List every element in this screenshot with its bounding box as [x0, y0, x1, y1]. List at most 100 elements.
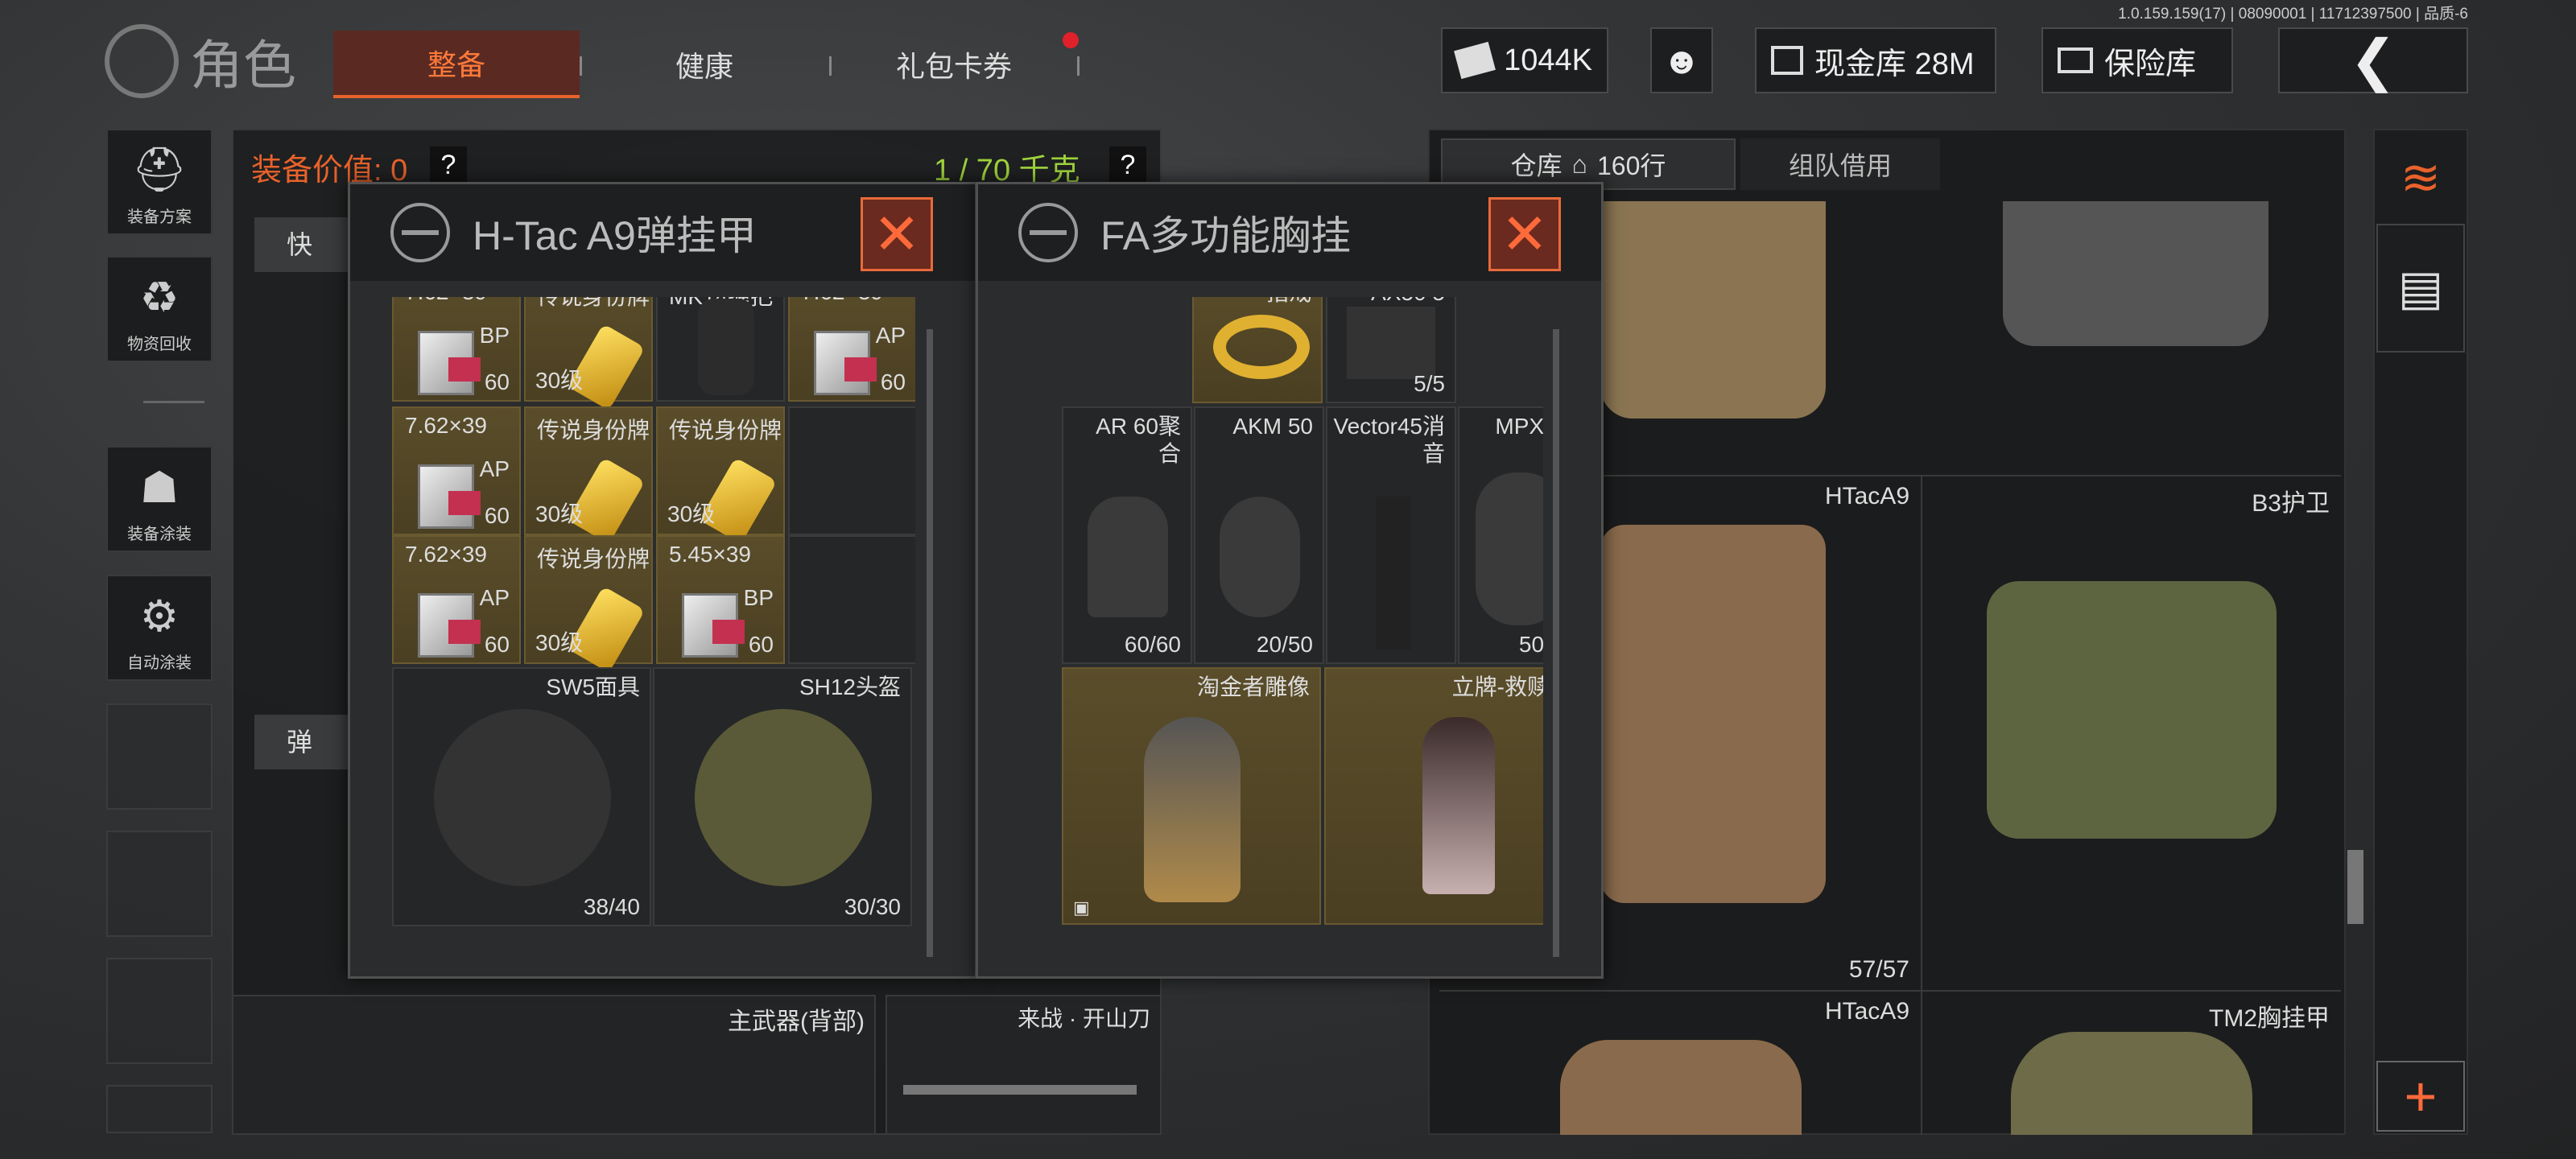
warehouse-item[interactable]: B3护卫: [1922, 475, 2341, 990]
inventory-item[interactable]: 7.62×39 BP 60: [392, 297, 521, 402]
armor-icon: [1600, 201, 1826, 419]
item-name: 传说身份牌: [537, 418, 650, 443]
item-count: 60: [880, 369, 906, 394]
inventory-item[interactable]: 传说身份牌 30级: [524, 297, 653, 410]
vault-icon: [1771, 46, 1803, 75]
cash-vault-button[interactable]: 现金库 28M: [1755, 27, 1996, 93]
back-button[interactable]: ❮: [2278, 27, 2468, 93]
scrollbar[interactable]: [927, 329, 933, 957]
ammo-tag: BP: [479, 323, 510, 348]
inventory-item[interactable]: 传说身份牌 30级: [524, 535, 653, 673]
tab-team-borrow[interactable]: 组队借用: [1740, 138, 1940, 190]
add-icon[interactable]: +: [2376, 1061, 2465, 1132]
inventory-item[interactable]: 7.62×39 AP 60: [392, 406, 521, 535]
sort-icon[interactable]: ≋: [2376, 134, 2465, 222]
scrollbar[interactable]: [1553, 329, 1559, 957]
warehouse-scrollbar[interactable]: [2347, 850, 2363, 924]
item-name: SW5面具: [546, 674, 640, 699]
backpack-icon: [1987, 581, 2277, 839]
loadout-plan-button[interactable]: ⛑ 装备方案: [106, 129, 213, 235]
magazine-item[interactable]: Vector45消音: [1326, 406, 1456, 664]
chevron-left-icon: ❮: [2349, 29, 2397, 92]
magazine-item[interactable]: MPX 50 50/50: [1458, 406, 1543, 664]
helmet-icon: ⛑: [131, 146, 188, 194]
magazine-icon: [1347, 307, 1435, 379]
globe-icon: [390, 203, 450, 262]
ammo-tag: AP: [479, 456, 510, 481]
figure-item[interactable]: 立牌-救赎者: [1324, 667, 1543, 925]
item-level: 30级: [667, 501, 716, 526]
notification-dot: [1063, 32, 1079, 48]
main-weapon-slot[interactable]: 主武器(背部): [232, 995, 876, 1135]
empty-slot[interactable]: [788, 535, 915, 664]
warehouse-item[interactable]: TM2胸挂甲: [1922, 990, 2341, 1135]
ring-item[interactable]: 指戒: [1192, 297, 1323, 403]
stick-mag-icon: [1376, 497, 1411, 650]
gold-miner-statue-icon: [1144, 717, 1241, 902]
warehouse-item[interactable]: [1922, 201, 2341, 475]
item-name: 7.62×39: [405, 542, 487, 567]
inventory-item[interactable]: MK14握把: [656, 297, 785, 402]
quick-button[interactable]: 快: [254, 217, 351, 272]
money-display[interactable]: 1044K: [1441, 27, 1608, 93]
armor-icon: [1560, 1040, 1802, 1135]
tab-health[interactable]: 健康: [612, 31, 797, 98]
empty-slot[interactable]: [788, 406, 915, 535]
ammo-box-icon: [682, 593, 745, 658]
item-count: 60: [748, 632, 774, 657]
helmet-icon: [695, 709, 872, 886]
globe-icon: [1018, 203, 1078, 262]
item-count: 60: [484, 503, 510, 528]
trader-icon: ☻: [1662, 39, 1702, 81]
item-name: 传说身份牌: [669, 418, 782, 443]
empty-slot[interactable]: [106, 831, 213, 937]
magazine-item[interactable]: AR 60聚合 60/60: [1062, 406, 1192, 664]
home-icon: ⌂: [1571, 149, 1587, 179]
rig-icon: [2003, 201, 2268, 346]
container-window-chest-rig: FA多功能胸挂 ✕ 指戒 AX50 5 5/5 AR 60聚合 60/60 AK…: [976, 182, 1604, 979]
close-icon[interactable]: ✕: [1488, 197, 1561, 271]
drum-mag-icon: [1088, 497, 1168, 617]
empty-slot[interactable]: [106, 1085, 213, 1133]
melee-slot[interactable]: 来战 · 开山刀: [886, 995, 1162, 1135]
divider: [580, 56, 582, 76]
stack-icon[interactable]: ▤: [2376, 224, 2465, 353]
equip-paint-button[interactable]: ☗ 装备涂装: [106, 446, 213, 552]
divider: [1077, 56, 1080, 76]
inventory-item[interactable]: 传说身份牌 30级: [524, 406, 653, 544]
inventory-item[interactable]: 7.62×39 AP 60: [392, 535, 521, 664]
ammo-button[interactable]: 弹: [254, 715, 351, 769]
ammo-tag: AP: [479, 585, 510, 610]
warehouse-item[interactable]: HTacA9: [1439, 990, 1922, 1135]
safe-vault-button[interactable]: 保险库: [2041, 27, 2233, 93]
item-name: 7.62×39: [405, 297, 487, 305]
helmet-item[interactable]: SH12头盔 30/30: [653, 667, 912, 926]
statue-item[interactable]: 淘金者雕像 ▣: [1062, 667, 1321, 925]
help-icon[interactable]: ?: [430, 146, 467, 184]
inventory-item[interactable]: 5.45×39 BP 60: [656, 535, 785, 664]
container-grid: 7.62×39BP60传说身份牌30级MK14握把7.62×39AP607.62…: [392, 297, 915, 965]
container-window-htac: H-Tac A9弹挂甲 ✕ 7.62×39BP60传说身份牌30级MK14握把7…: [348, 182, 977, 979]
empty-slot[interactable]: [106, 703, 213, 810]
mask-item[interactable]: SW5面具 38/40: [392, 667, 651, 926]
drum-mag-icon: [1476, 472, 1543, 625]
material-recycle-button[interactable]: ♻ 物资回收: [106, 256, 213, 362]
empty-slot[interactable]: [106, 958, 213, 1064]
machete-icon: [903, 1085, 1137, 1095]
help-icon[interactable]: ?: [1109, 146, 1146, 184]
plate-carrier-icon: [1600, 525, 1826, 903]
ammo-box-icon: [418, 331, 481, 395]
ammo-box-icon: [814, 331, 877, 395]
divider: [829, 56, 832, 76]
tab-gift-vouchers[interactable]: 礼包卡券: [861, 31, 1046, 98]
inventory-item[interactable]: 传说身份牌 30级: [656, 406, 785, 544]
magazine-item[interactable]: AKM 50 20/50: [1194, 406, 1324, 664]
item-level: 30级: [535, 368, 584, 393]
tab-equip[interactable]: 整备: [333, 31, 580, 98]
item-name: 7.62×39: [801, 297, 883, 305]
auto-paint-button[interactable]: ⚙ 自动涂装: [106, 575, 213, 681]
inventory-item[interactable]: 7.62×39 AP 60: [788, 297, 915, 402]
magazine-item[interactable]: AX50 5 5/5: [1326, 297, 1456, 403]
trader-button[interactable]: ☻: [1650, 27, 1713, 93]
close-icon[interactable]: ✕: [861, 197, 933, 271]
